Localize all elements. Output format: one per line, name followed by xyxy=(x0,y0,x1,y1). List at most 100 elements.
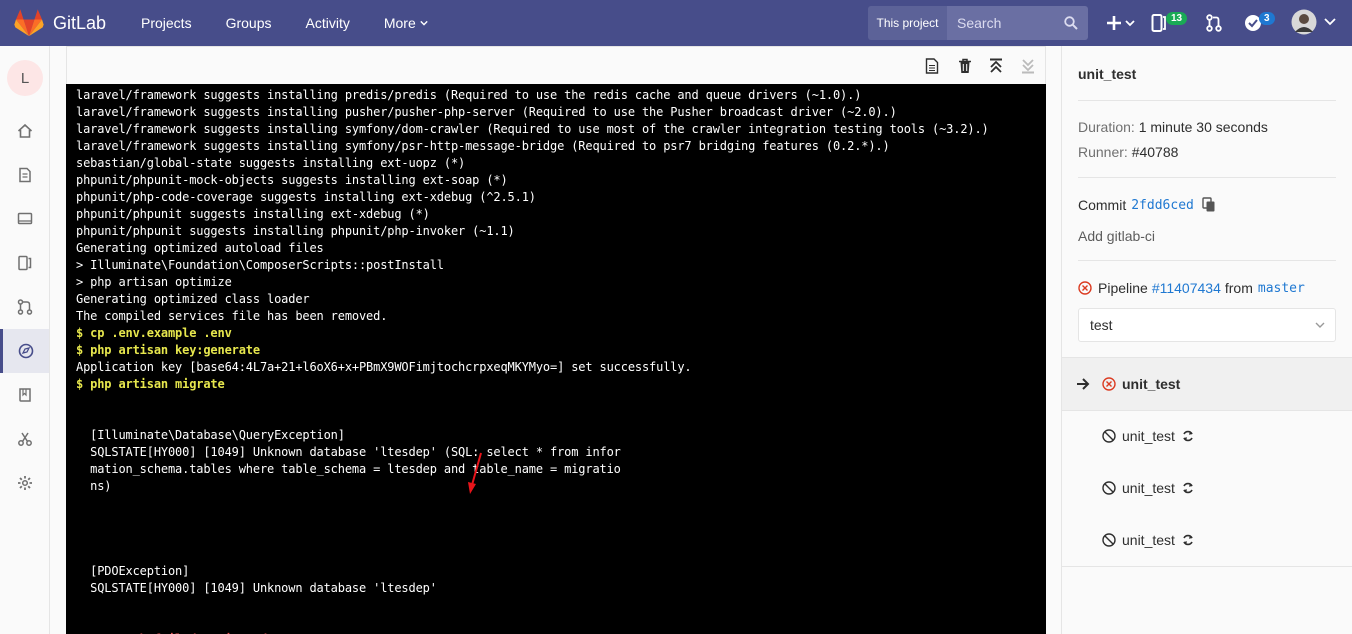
status-failed-icon xyxy=(1078,281,1092,295)
todos-link[interactable] xyxy=(1151,13,1167,38)
erase-log-button[interactable] xyxy=(957,57,973,75)
duration-label: Duration: xyxy=(1078,119,1135,135)
log-line: Generating optimized autoload files xyxy=(76,241,324,255)
sidebar-item-overview[interactable] xyxy=(0,109,49,153)
rocket-icon xyxy=(18,343,34,359)
retry-icon[interactable] xyxy=(1181,429,1195,443)
search-field[interactable] xyxy=(947,6,1088,40)
sidebar-item-merge-requests[interactable] xyxy=(0,285,49,329)
scroll-to-bottom-button[interactable] xyxy=(1020,57,1036,75)
pipeline-id-link[interactable]: #11407434 xyxy=(1152,280,1221,296)
document-icon xyxy=(925,58,939,74)
nav-groups-link[interactable]: Groups xyxy=(226,15,272,31)
duration-value: 1 minute 30 seconds xyxy=(1138,119,1268,135)
top-navbar: GitLab Projects Groups Activity More Thi… xyxy=(0,0,1352,46)
sidebar-item-repository[interactable] xyxy=(0,153,49,197)
job-list-item[interactable]: unit_test xyxy=(1062,462,1352,514)
nav-links: Projects Groups Activity More xyxy=(124,15,445,31)
commit-info: Commit 2fdd6ced xyxy=(1078,197,1216,213)
sidebar-item-snippets[interactable] xyxy=(0,417,49,461)
gitlab-tanuki-icon xyxy=(14,9,44,37)
project-sidebar: L xyxy=(0,46,50,634)
copy-icon[interactable] xyxy=(1202,197,1216,213)
job-list-item[interactable]: unit_test xyxy=(1062,410,1352,462)
job-list-item[interactable]: unit_test xyxy=(1062,514,1352,566)
status-canceled-icon xyxy=(1102,429,1116,443)
runner-info: Runner: #40788 xyxy=(1078,144,1178,160)
scroll-up-icon xyxy=(990,58,1002,73)
raw-log-button[interactable] xyxy=(924,57,940,75)
log-line: SQLSTATE[HY000] [1049] Unknown database … xyxy=(76,445,621,459)
divider xyxy=(1078,260,1336,261)
search-scope-badge[interactable]: This project xyxy=(868,6,947,40)
sidebar-item-issues[interactable] xyxy=(0,241,49,285)
nav-projects-link[interactable]: Projects xyxy=(141,15,192,31)
brand-name: GitLab xyxy=(53,12,107,33)
job-name: unit_test xyxy=(1122,376,1181,392)
project-avatar[interactable]: L xyxy=(7,60,43,96)
job-list-item[interactable]: unit_test xyxy=(1062,358,1352,410)
pipeline-from-label: from xyxy=(1224,280,1253,296)
duration-info: Duration: 1 minute 30 seconds xyxy=(1078,119,1268,135)
merge-requests-link[interactable] xyxy=(1206,14,1222,37)
divider xyxy=(1078,100,1336,101)
pipeline-label: Pipeline xyxy=(1098,280,1148,296)
merge-request-icon xyxy=(1206,14,1222,32)
job-title: unit_test xyxy=(1078,66,1137,82)
sidebar-item-ci-cd[interactable] xyxy=(0,329,49,373)
scissors-icon xyxy=(17,432,32,446)
job-name: unit_test xyxy=(1122,428,1175,444)
divider xyxy=(1078,177,1336,178)
job-name: unit_test xyxy=(1122,532,1175,548)
status-canceled-icon xyxy=(1102,533,1116,547)
new-item-dropdown[interactable] xyxy=(1106,14,1136,37)
scroll-to-top-button[interactable] xyxy=(988,57,1004,75)
log-line: The compiled services file has been remo… xyxy=(76,309,388,323)
nav-activity-link[interactable]: Activity xyxy=(306,15,350,31)
retry-icon[interactable] xyxy=(1181,481,1195,495)
job-name: unit_test xyxy=(1122,480,1175,496)
log-line: phpunit/php-code-coverage suggests insta… xyxy=(76,190,536,204)
log-line: [Illuminate\Database\QueryException] xyxy=(76,428,345,442)
sidebar-item-registry[interactable] xyxy=(0,197,49,241)
commit-label: Commit xyxy=(1078,197,1127,213)
home-icon xyxy=(17,123,32,138)
build-log: laravel/framework suggests installing pr… xyxy=(66,84,1046,634)
monitor-icon xyxy=(17,212,32,225)
status-failed-icon xyxy=(1102,377,1116,391)
chevron-down-icon xyxy=(1324,18,1336,26)
log-line: laravel/framework suggests installing pu… xyxy=(76,105,897,119)
sidebar-item-settings[interactable] xyxy=(0,461,49,505)
document-icon xyxy=(18,167,31,183)
log-line: laravel/framework suggests installing pr… xyxy=(76,88,862,102)
pipeline-ref-link[interactable]: master xyxy=(1258,281,1305,296)
issues-count-badge: 3 xyxy=(1259,12,1275,25)
commit-sha-link[interactable]: 2fdd6ced xyxy=(1131,198,1194,213)
book-icon xyxy=(18,388,31,402)
log-line: phpunit/phpunit suggests installing ext-… xyxy=(76,207,430,221)
issues-icon xyxy=(17,255,31,271)
retry-icon[interactable] xyxy=(1181,533,1195,547)
gitlab-logo[interactable]: GitLab xyxy=(14,9,124,37)
build-trace-toolbar xyxy=(66,46,1046,84)
log-line: phpunit/phpunit suggests installing phpu… xyxy=(76,224,515,238)
sidebar-item-wiki[interactable] xyxy=(0,373,49,417)
chevron-down-icon xyxy=(1315,322,1325,328)
nav-more-label: More xyxy=(383,15,416,31)
log-line: laravel/framework suggests installing sy… xyxy=(76,122,989,136)
chevron-down-icon xyxy=(420,20,428,26)
log-line: laravel/framework suggests installing sy… xyxy=(76,139,890,153)
log-line: [PDOException] xyxy=(76,564,190,578)
stage-dropdown[interactable]: test xyxy=(1078,308,1336,342)
runner-value: #40788 xyxy=(1131,144,1179,160)
nav-more-dropdown[interactable]: More xyxy=(384,15,428,31)
user-menu[interactable] xyxy=(1291,9,1337,35)
search-input[interactable] xyxy=(957,15,1057,31)
gear-icon xyxy=(17,476,32,490)
log-line: SQLSTATE[HY000] [1049] Unknown database … xyxy=(76,581,437,595)
